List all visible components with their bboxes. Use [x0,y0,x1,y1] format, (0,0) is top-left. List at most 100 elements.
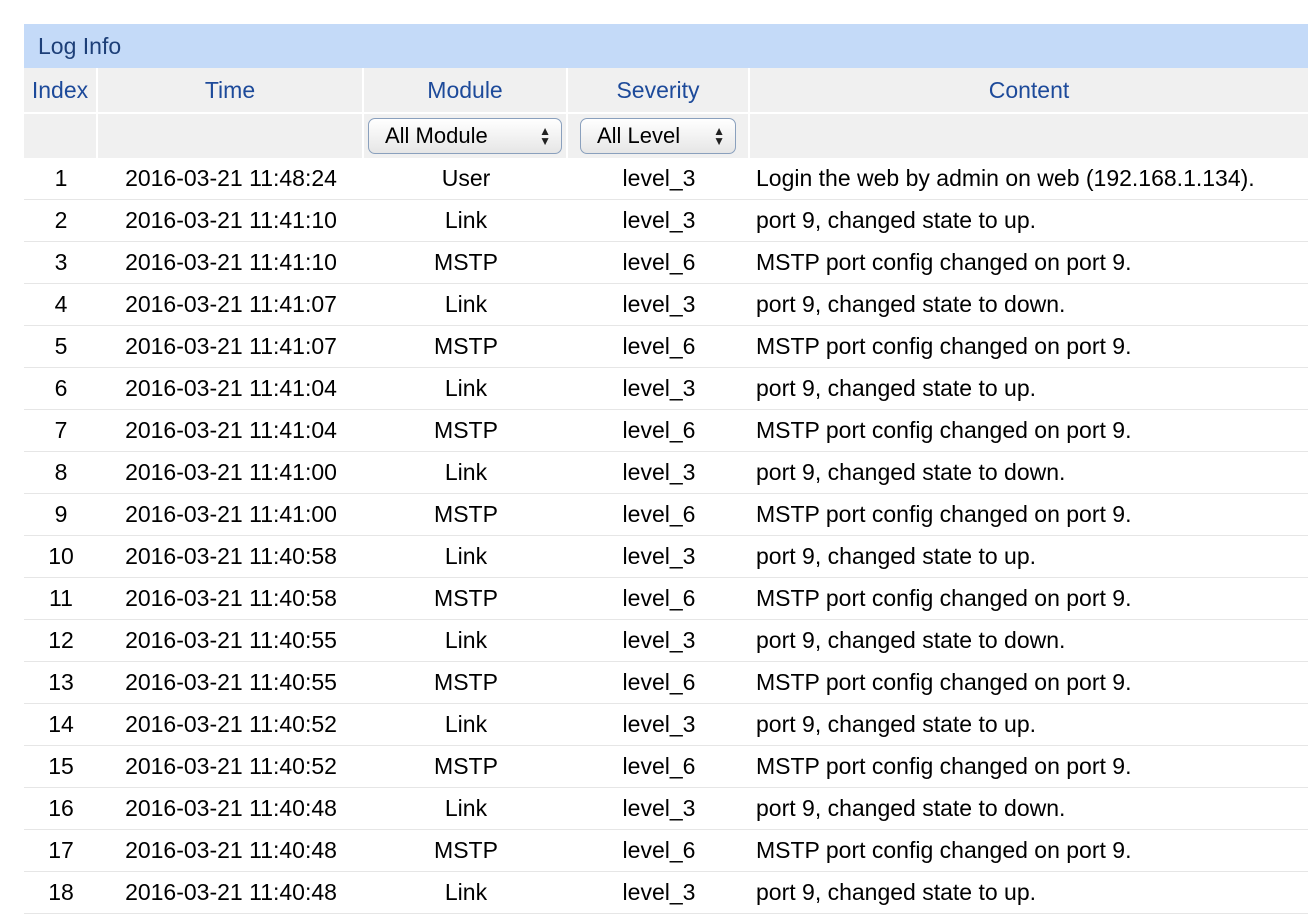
cell-time: 2016-03-21 11:40:48 [98,872,364,914]
cell-content: MSTP port config changed on port 9. [750,242,1308,284]
module-filter-select[interactable]: All Module ▲ ▼ [368,118,562,154]
level-filter-value: All Level [597,123,681,148]
select-arrows-icon: ▲ ▼ [539,124,551,148]
cell-severity: level_6 [568,662,750,704]
cell-time: 2016-03-21 11:40:55 [98,662,364,704]
filter-row: All Module ▲ ▼ All Level ▲ ▼ [24,112,1308,158]
cell-content: port 9, changed state to down. [750,620,1308,662]
cell-index: 11 [24,578,98,620]
cell-time: 2016-03-21 11:41:07 [98,284,364,326]
cell-module: MSTP [364,830,568,872]
cell-severity: level_6 [568,410,750,452]
cell-index: 6 [24,368,98,410]
cell-index: 9 [24,494,98,536]
cell-index: 18 [24,872,98,914]
cell-index: 7 [24,410,98,452]
cell-module: MSTP [364,326,568,368]
table-row: 4 2016-03-21 11:41:07 Link level_3 port 9, c… [24,284,1308,326]
cell-module: MSTP [364,242,568,284]
table-header: Index Time Module Severity Content [24,68,1308,112]
filter-cell-time [98,112,364,158]
cell-content: MSTP port config changed on port 9. [750,326,1308,368]
cell-severity: level_3 [568,284,750,326]
cell-severity: level_6 [568,746,750,788]
table-row: 18 2016-03-21 11:40:48 Link level_3 port 9, … [24,872,1308,914]
cell-severity: level_6 [568,578,750,620]
cell-index: 2 [24,200,98,242]
table-row: 12 2016-03-21 11:40:55 Link level_3 port 9, … [24,620,1308,662]
table-row: 16 2016-03-21 11:40:48 Link level_3 port 9, … [24,788,1308,830]
cell-severity: level_3 [568,536,750,578]
cell-time: 2016-03-21 11:40:58 [98,578,364,620]
cell-time: 2016-03-21 11:41:07 [98,326,364,368]
table-row: 5 2016-03-21 11:41:07 MSTP level_6 MSTP port… [24,326,1308,368]
cell-content: port 9, changed state to down. [750,788,1308,830]
cell-index: 5 [24,326,98,368]
cell-time: 2016-03-21 11:40:52 [98,704,364,746]
cell-severity: level_6 [568,326,750,368]
table-row: 7 2016-03-21 11:41:04 MSTP level_6 MSTP port… [24,410,1308,452]
cell-index: 12 [24,620,98,662]
cell-module: MSTP [364,494,568,536]
cell-time: 2016-03-21 11:41:00 [98,452,364,494]
cell-module: Link [364,788,568,830]
cell-index: 13 [24,662,98,704]
cell-time: 2016-03-21 11:41:10 [98,242,364,284]
cell-content: port 9, changed state to down. [750,452,1308,494]
cell-index: 3 [24,242,98,284]
cell-content: port 9, changed state to up. [750,368,1308,410]
cell-module: Link [364,536,568,578]
cell-module: MSTP [364,746,568,788]
table-row: 17 2016-03-21 11:40:48 MSTP level_6 MSTP por… [24,830,1308,872]
cell-content: MSTP port config changed on port 9. [750,494,1308,536]
cell-index: 17 [24,830,98,872]
cell-module: Link [364,368,568,410]
log-info-panel: Log Info Index Time Module Severity Cont… [24,24,1308,914]
table-row: 3 2016-03-21 11:41:10 MSTP level_6 MSTP port… [24,242,1308,284]
cell-severity: level_3 [568,620,750,662]
cell-module: User [364,158,568,200]
column-header-content: Content [750,68,1308,112]
cell-content: port 9, changed state to up. [750,872,1308,914]
level-filter-select[interactable]: All Level ▲ ▼ [580,118,736,154]
table-row: 9 2016-03-21 11:41:00 MSTP level_6 MSTP port… [24,494,1308,536]
cell-time: 2016-03-21 11:41:04 [98,410,364,452]
cell-content: port 9, changed state to up. [750,704,1308,746]
cell-index: 8 [24,452,98,494]
cell-time: 2016-03-21 11:40:52 [98,746,364,788]
cell-severity: level_3 [568,788,750,830]
table-row: 11 2016-03-21 11:40:58 MSTP level_6 MSTP por… [24,578,1308,620]
cell-severity: level_6 [568,242,750,284]
cell-module: Link [364,872,568,914]
table-row: 6 2016-03-21 11:41:04 Link level_3 port 9, c… [24,368,1308,410]
cell-module: Link [364,452,568,494]
table-row: 2 2016-03-21 11:41:10 Link level_3 port 9, c… [24,200,1308,242]
cell-severity: level_3 [568,200,750,242]
cell-content: MSTP port config changed on port 9. [750,410,1308,452]
cell-module: MSTP [364,662,568,704]
column-header-module: Module [364,68,568,112]
column-header-time: Time [98,68,364,112]
column-header-index: Index [24,68,98,112]
log-table-body: 1 2016-03-21 11:48:24 User level_3 Login the… [24,158,1308,914]
cell-module: Link [364,200,568,242]
cell-module: Link [364,704,568,746]
cell-module: MSTP [364,578,568,620]
column-header-severity: Severity [568,68,750,112]
cell-time: 2016-03-21 11:48:24 [98,158,364,200]
cell-time: 2016-03-21 11:40:58 [98,536,364,578]
cell-time: 2016-03-21 11:40:48 [98,788,364,830]
cell-content: port 9, changed state to down. [750,284,1308,326]
filter-cell-severity: All Level ▲ ▼ [568,112,750,158]
cell-time: 2016-03-21 11:40:55 [98,620,364,662]
cell-severity: level_3 [568,368,750,410]
cell-index: 10 [24,536,98,578]
filter-cell-index [24,112,98,158]
cell-content: MSTP port config changed on port 9. [750,746,1308,788]
cell-severity: level_3 [568,158,750,200]
table-row: 8 2016-03-21 11:41:00 Link level_3 port 9, c… [24,452,1308,494]
table-row: 10 2016-03-21 11:40:58 Link level_3 port 9, … [24,536,1308,578]
cell-index: 16 [24,788,98,830]
cell-time: 2016-03-21 11:41:04 [98,368,364,410]
module-filter-value: All Module [385,123,488,148]
